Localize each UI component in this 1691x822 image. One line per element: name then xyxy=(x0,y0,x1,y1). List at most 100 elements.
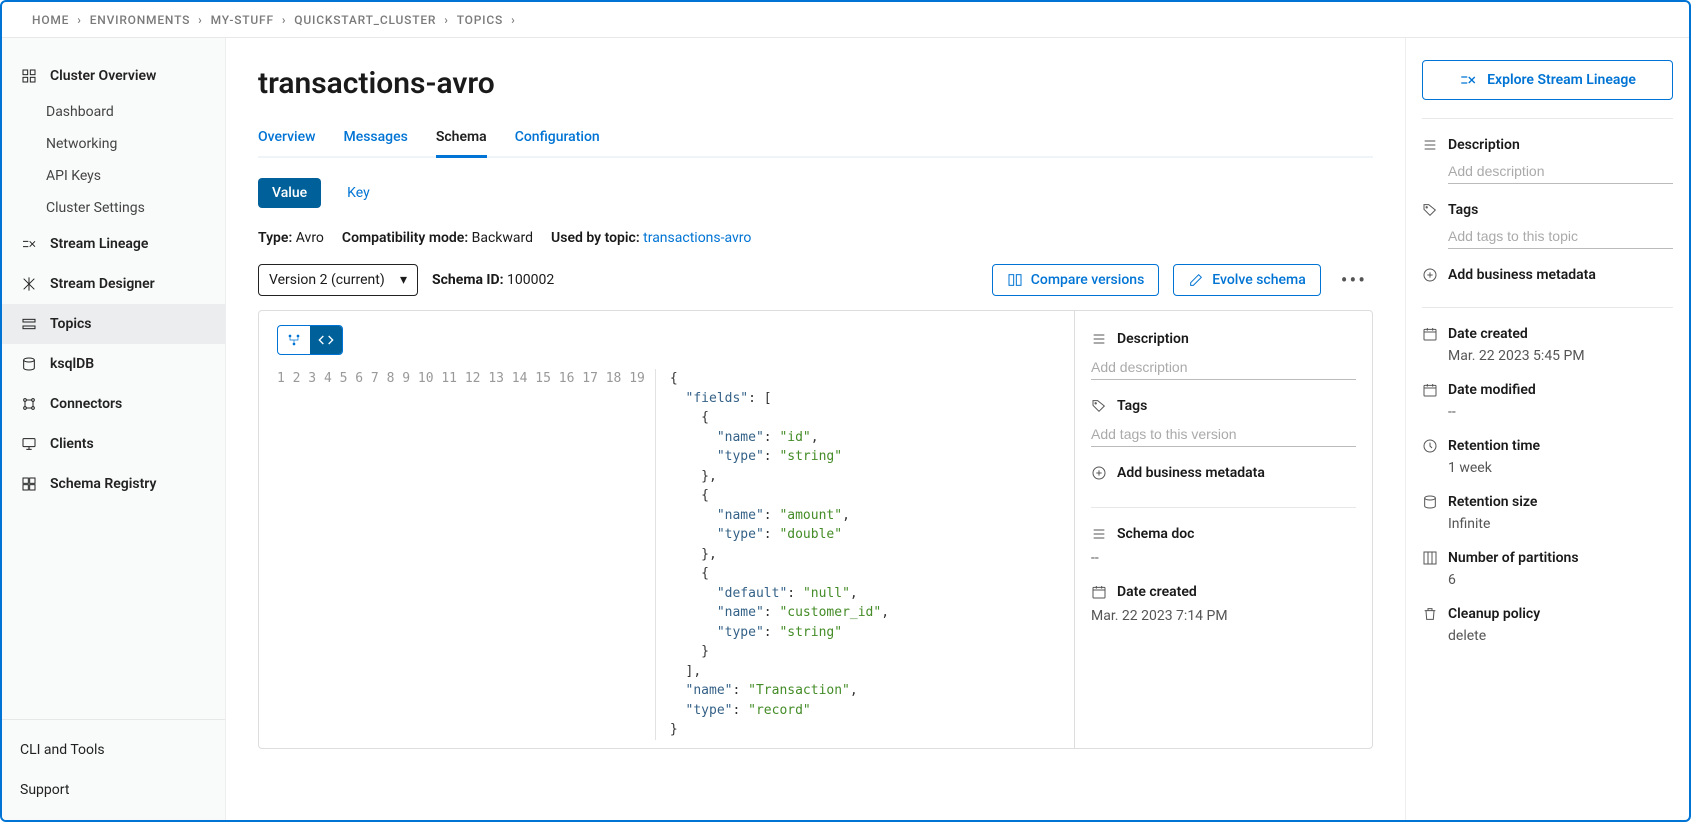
crumb-environments[interactable]: ENVIRONMENTS xyxy=(90,13,190,27)
sidebar-item-label: API Keys xyxy=(46,168,101,184)
rp-tags-label: Tags xyxy=(1448,202,1478,218)
crumb-mystuff[interactable]: MY-STUFF xyxy=(211,13,274,27)
schema-meta: Type: Avro Compatibility mode: Backward … xyxy=(258,230,1373,246)
rp-date-modified-value: -- xyxy=(1448,404,1673,420)
sidebar-item-networking[interactable]: Networking xyxy=(2,128,225,160)
sidebar-item-stream-lineage[interactable]: Stream Lineage xyxy=(2,224,225,264)
rp-retention-size-value: Infinite xyxy=(1448,516,1673,532)
view-tree-button[interactable] xyxy=(278,326,310,354)
side-add-metadata[interactable]: Add business metadata xyxy=(1117,465,1265,481)
side-date-created-label: Date created xyxy=(1117,584,1197,600)
sidebar-item-support[interactable]: Support xyxy=(2,770,225,810)
crumb-home[interactable]: HOME xyxy=(32,13,69,27)
sidebar-item-label: Cluster Overview xyxy=(50,68,156,84)
calendar-icon xyxy=(1422,382,1438,398)
crumb-topics[interactable]: TOPICS xyxy=(457,13,503,27)
schema-registry-icon xyxy=(20,475,38,493)
rp-tags-input[interactable] xyxy=(1448,224,1673,249)
rp-date-created-label: Date created xyxy=(1448,326,1528,342)
sidebar-item-label: Cluster Settings xyxy=(46,200,145,216)
sidebar-item-label: Topics xyxy=(50,316,91,332)
evolve-schema-button[interactable]: Evolve schema xyxy=(1173,264,1320,296)
page-title: transactions-avro xyxy=(258,66,1373,101)
sidebar-item-label: Clients xyxy=(50,436,94,452)
sidebar-item-label: Stream Designer xyxy=(50,276,155,292)
list-icon xyxy=(1091,526,1107,542)
lineage-icon xyxy=(1459,71,1477,89)
chevron-right-icon: › xyxy=(511,13,515,27)
sidebar-item-connectors[interactable]: Connectors xyxy=(2,384,225,424)
meta-compat-label: Compatibility mode: xyxy=(342,230,468,246)
plus-circle-icon xyxy=(1422,267,1438,283)
sidebar-item-ksqldb[interactable]: ksqlDB xyxy=(2,344,225,384)
ksqldb-icon xyxy=(20,355,38,373)
meta-type-value: Avro xyxy=(296,230,324,246)
sidebar-item-label: Stream Lineage xyxy=(50,236,148,252)
tag-icon xyxy=(1422,202,1438,218)
divider xyxy=(1422,118,1673,119)
tab-configuration[interactable]: Configuration xyxy=(515,129,600,158)
rp-retention-size-label: Retention size xyxy=(1448,494,1537,510)
line-gutter: 1 2 3 4 5 6 7 8 9 10 11 12 13 14 15 16 1… xyxy=(259,369,656,740)
meta-usedby-label: Used by topic: xyxy=(551,230,640,246)
cleanup-icon xyxy=(1422,606,1438,622)
sidebar-item-stream-designer[interactable]: Stream Designer xyxy=(2,264,225,304)
view-code-button[interactable] xyxy=(310,326,342,354)
version-select-value: Version 2 (current) xyxy=(269,272,385,288)
sidebar-item-cluster-overview[interactable]: Cluster Overview xyxy=(2,56,225,96)
explore-stream-lineage-button[interactable]: Explore Stream Lineage xyxy=(1422,60,1673,100)
sidebar-item-topics[interactable]: Topics xyxy=(2,304,225,344)
side-tags-input[interactable] xyxy=(1091,422,1356,447)
schema-editor[interactable]: 1 2 3 4 5 6 7 8 9 10 11 12 13 14 15 16 1… xyxy=(259,361,1074,748)
rp-cleanup-label: Cleanup policy xyxy=(1448,606,1540,622)
chevron-right-icon: › xyxy=(77,13,81,27)
sidebar-item-label: Support xyxy=(20,782,69,798)
meta-usedby-link[interactable]: transactions-avro xyxy=(643,230,751,246)
database-icon xyxy=(1422,494,1438,510)
button-label: Explore Stream Lineage xyxy=(1487,72,1636,88)
sidebar-item-label: Networking xyxy=(46,136,117,152)
sidebar-item-label: Schema Registry xyxy=(50,476,156,492)
code-icon xyxy=(318,332,334,348)
sidebar: Cluster Overview Dashboard Networking AP… xyxy=(2,38,226,820)
rp-description-input[interactable] xyxy=(1448,159,1673,184)
calendar-icon xyxy=(1422,326,1438,342)
rp-add-metadata[interactable]: Add business metadata xyxy=(1448,267,1596,283)
sidebar-item-label: Connectors xyxy=(50,396,122,412)
designer-icon xyxy=(20,275,38,293)
tab-messages[interactable]: Messages xyxy=(343,129,407,158)
rp-partitions-label: Number of partitions xyxy=(1448,550,1579,566)
breadcrumb: HOME › ENVIRONMENTS › MY-STUFF › QUICKSTART… xyxy=(2,2,1689,38)
rp-retention-time-value: 1 week xyxy=(1448,460,1673,476)
topics-icon xyxy=(20,315,38,333)
sidebar-item-api-keys[interactable]: API Keys xyxy=(2,160,225,192)
version-select[interactable]: Version 2 (current) ▾ xyxy=(258,264,418,296)
button-label: Compare versions xyxy=(1031,272,1145,288)
divider xyxy=(1422,307,1673,308)
side-description-input[interactable] xyxy=(1091,355,1356,380)
sidebar-item-cli-tools[interactable]: CLI and Tools xyxy=(2,730,225,770)
rp-retention-time-label: Retention time xyxy=(1448,438,1540,454)
more-actions-button[interactable]: ••• xyxy=(1335,268,1373,292)
edit-icon xyxy=(1188,272,1204,288)
meta-type-label: Type: xyxy=(258,230,292,246)
plus-circle-icon xyxy=(1091,465,1107,481)
tab-schema[interactable]: Schema xyxy=(436,129,487,158)
meta-compat-value: Backward xyxy=(472,230,533,246)
compare-versions-button[interactable]: Compare versions xyxy=(992,264,1160,296)
pill-key[interactable]: Key xyxy=(333,178,384,208)
tabs: Overview Messages Schema Configuration xyxy=(258,129,1373,158)
sidebar-item-schema-registry[interactable]: Schema Registry xyxy=(2,464,225,504)
pill-value[interactable]: Value xyxy=(258,178,321,208)
side-description-label: Description xyxy=(1117,331,1189,347)
rp-partitions-value: 6 xyxy=(1448,572,1673,588)
sidebar-item-cluster-settings[interactable]: Cluster Settings xyxy=(2,192,225,224)
crumb-cluster[interactable]: QUICKSTART_CLUSTER xyxy=(294,13,436,27)
sidebar-item-label: CLI and Tools xyxy=(20,742,105,758)
chevron-right-icon: › xyxy=(444,13,448,27)
tab-overview[interactable]: Overview xyxy=(258,129,315,158)
schema-side-panel: Description Tags Add business metadata S… xyxy=(1074,311,1372,748)
compare-icon xyxy=(1007,272,1023,288)
sidebar-item-clients[interactable]: Clients xyxy=(2,424,225,464)
sidebar-item-dashboard[interactable]: Dashboard xyxy=(2,96,225,128)
